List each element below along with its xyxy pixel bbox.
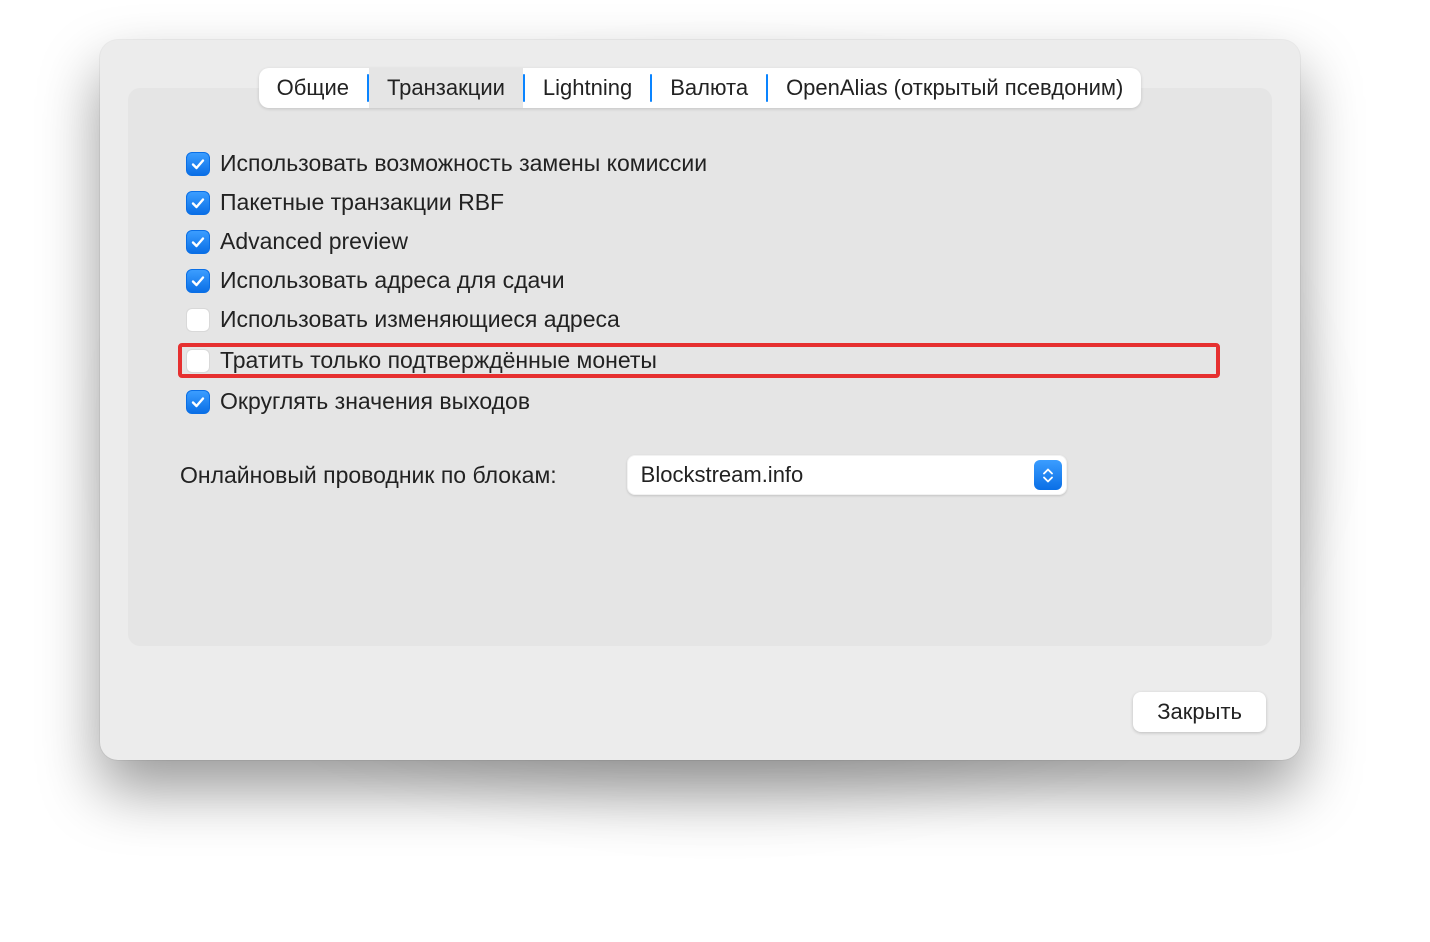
checkbox-icon bbox=[186, 308, 210, 332]
tab-label: Lightning bbox=[543, 75, 632, 101]
checkbox-icon bbox=[186, 230, 210, 254]
option-batch-rbf[interactable]: Пакетные транзакции RBF bbox=[180, 187, 1220, 218]
option-use-change-addresses[interactable]: Использовать адреса для сдачи bbox=[180, 265, 1220, 296]
option-use-rbf[interactable]: Использовать возможность замены комиссии bbox=[180, 148, 1220, 179]
close-button-label: Закрыть bbox=[1157, 699, 1242, 724]
option-label: Пакетные транзакции RBF bbox=[220, 189, 504, 216]
tab-openalias[interactable]: OpenAlias (открытый псевдоним) bbox=[768, 68, 1141, 108]
checkbox-icon bbox=[186, 191, 210, 215]
option-round-outputs[interactable]: Округлять значения выходов bbox=[180, 386, 1220, 417]
tab-currency[interactable]: Валюта bbox=[652, 68, 766, 108]
option-label: Использовать возможность замены комиссии bbox=[220, 150, 707, 177]
checkbox-list: Использовать возможность замены комиссии… bbox=[180, 148, 1220, 417]
option-spend-only-confirmed[interactable]: Тратить только подтверждённые монеты bbox=[178, 343, 1220, 378]
checkbox-icon bbox=[186, 390, 210, 414]
select-arrows-icon bbox=[1034, 460, 1062, 490]
select-value: Blockstream.info bbox=[641, 462, 804, 488]
block-explorer-row: Онлайновый проводник по блокам: Blockstr… bbox=[180, 455, 1220, 495]
checkbox-icon bbox=[186, 269, 210, 293]
option-label: Advanced preview bbox=[220, 228, 408, 255]
preferences-dialog: Общие Транзакции Lightning Валюта OpenAl… bbox=[100, 40, 1300, 760]
tab-bar: Общие Транзакции Lightning Валюта OpenAl… bbox=[259, 68, 1142, 108]
tab-label: Валюта bbox=[670, 75, 748, 101]
tab-label: Общие bbox=[277, 75, 349, 101]
checkbox-icon bbox=[186, 152, 210, 176]
dialog-footer: Закрыть bbox=[1133, 692, 1266, 732]
option-label: Округлять значения выходов bbox=[220, 388, 530, 415]
checkbox-icon bbox=[186, 349, 210, 373]
tab-transactions[interactable]: Транзакции bbox=[369, 68, 523, 108]
option-label: Использовать адреса для сдачи bbox=[220, 267, 565, 294]
tab-label: OpenAlias (открытый псевдоним) bbox=[786, 75, 1123, 101]
block-explorer-select[interactable]: Blockstream.info bbox=[627, 455, 1067, 495]
option-use-varying-addresses[interactable]: Использовать изменяющиеся адреса bbox=[180, 304, 1220, 335]
option-advanced-preview[interactable]: Advanced preview bbox=[180, 226, 1220, 257]
tab-general[interactable]: Общие bbox=[259, 68, 367, 108]
transactions-panel: Использовать возможность замены комиссии… bbox=[128, 88, 1272, 646]
tab-label: Транзакции bbox=[387, 75, 505, 101]
close-button[interactable]: Закрыть bbox=[1133, 692, 1266, 732]
tab-lightning[interactable]: Lightning bbox=[525, 68, 650, 108]
option-label: Использовать изменяющиеся адреса bbox=[220, 306, 620, 333]
block-explorer-label: Онлайновый проводник по блокам: bbox=[180, 462, 557, 489]
option-label: Тратить только подтверждённые монеты bbox=[220, 347, 657, 374]
